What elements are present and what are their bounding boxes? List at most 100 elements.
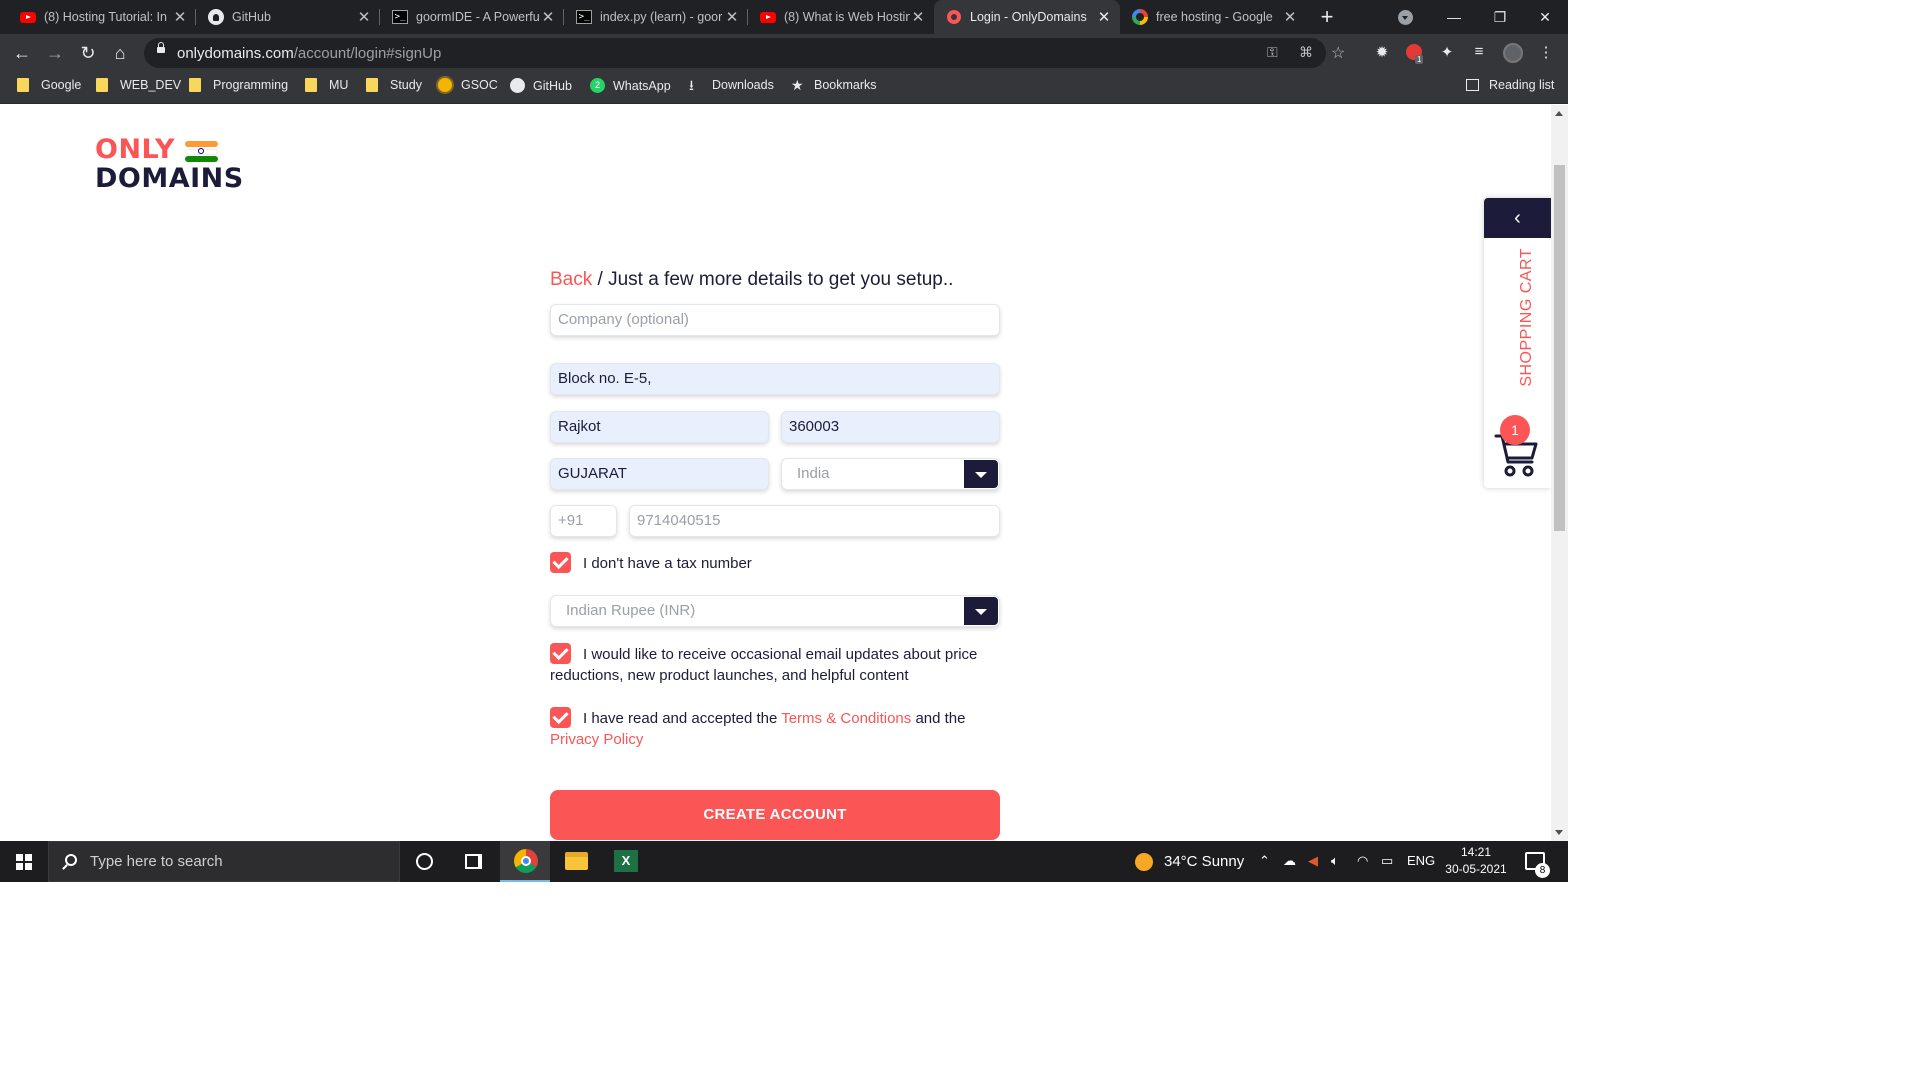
search-icon	[65, 854, 77, 866]
menu-kebab-icon[interactable]: ⋮	[1536, 43, 1556, 61]
tab-free-hosting[interactable]: free hosting - Google ✕	[1120, 0, 1306, 34]
postcode-input[interactable]: 360003	[781, 411, 1000, 443]
translate-icon[interactable]: ⌘	[1299, 44, 1313, 61]
chevron-down-icon[interactable]	[964, 460, 998, 488]
taskbar-chrome[interactable]	[500, 841, 550, 882]
forward-arrow-icon[interactable]: →	[39, 34, 71, 72]
taskbar-file-explorer[interactable]	[551, 841, 601, 882]
language-indicator[interactable]: ENG	[1407, 853, 1435, 868]
tab-title: GitHub	[232, 10, 271, 24]
windows-start-icon[interactable]	[16, 854, 32, 870]
extension-gear-icon[interactable]: ✹	[1372, 43, 1392, 61]
cortana-icon[interactable]	[416, 853, 433, 870]
address-bar[interactable]: onlydomains.com/account/login#signUp ⚿ ⌘…	[144, 38, 1345, 68]
tray-chevron-up-icon[interactable]: ⌃	[1259, 853, 1270, 869]
tab-search-icon[interactable]	[1398, 10, 1413, 25]
wifi-icon[interactable]: ◠	[1357, 853, 1368, 869]
task-view-icon[interactable]	[465, 854, 482, 869]
chevron-left-icon[interactable]: ‹	[1484, 198, 1551, 238]
scroll-thumb[interactable]	[1554, 165, 1565, 531]
terms-label: I have read and accepted the Terms & Con…	[550, 710, 966, 748]
phone-code-input[interactable]: +91	[550, 505, 617, 537]
tax-checkbox[interactable]	[550, 552, 571, 573]
restore-button[interactable]: ❐	[1477, 0, 1523, 34]
reading-list-button[interactable]: Reading list	[1466, 78, 1554, 92]
new-tab-button[interactable]: +	[1314, 4, 1340, 30]
taskbar-excel[interactable]: X	[601, 841, 651, 882]
clock-date: 30-05-2021	[1445, 862, 1507, 876]
close-tab-icon[interactable]: ✕	[1282, 8, 1298, 26]
state-input[interactable]: GUJARAT	[550, 458, 769, 490]
youtube-icon	[760, 9, 776, 25]
currency-value: Indian Rupee (INR)	[566, 602, 696, 619]
minimize-button[interactable]: —	[1431, 0, 1477, 34]
bookmark-bookmarks[interactable]: ★ Bookmarks	[791, 78, 877, 92]
bookmark-downloads[interactable]: ⭳ Downloads	[689, 78, 774, 92]
weather-sun-icon[interactable]	[1135, 853, 1153, 871]
tab-login-onlydomains[interactable]: Login - OnlyDomains ✕	[934, 0, 1120, 34]
bookmark-mu[interactable]: MU	[305, 78, 348, 92]
phone-input[interactable]: 9714040515	[629, 505, 1000, 537]
onedrive-cloud-icon[interactable]: ☁	[1283, 853, 1296, 869]
back-link[interactable]: Back	[550, 269, 592, 290]
puzzle-icon[interactable]: ✦	[1437, 43, 1457, 61]
tray-app-icon[interactable]: ◀	[1308, 853, 1318, 869]
home-icon[interactable]: ⌂	[104, 34, 136, 72]
tab-goormide[interactable]: >_ goormIDE - A Powerfu ✕	[380, 0, 564, 34]
back-arrow-icon[interactable]: ←	[6, 34, 38, 72]
github-icon	[208, 9, 224, 25]
clock[interactable]: 14:21 30-05-2021	[1440, 844, 1512, 878]
terms-link[interactable]: Terms & Conditions	[781, 710, 911, 727]
bookmark-study[interactable]: Study	[366, 78, 422, 92]
address-input[interactable]: Block no. E-5,	[550, 363, 1000, 395]
extension-badge: 1	[1415, 55, 1424, 64]
media-queue-icon[interactable]: ≡	[1469, 43, 1489, 60]
taskbar-search-box[interactable]: Type here to search	[48, 841, 400, 882]
notification-count-badge: 8	[1535, 863, 1550, 878]
bookmark-web-dev[interactable]: WEB_DEV	[96, 78, 181, 92]
bookmark-programming[interactable]: Programming	[189, 78, 288, 92]
star-icon[interactable]: ☆	[1331, 43, 1345, 63]
bookmark-gsoc[interactable]: GSOC	[438, 78, 498, 92]
bookmarks-bar: Google WEB_DEV Programming MU Study GSOC…	[0, 72, 1568, 104]
onlydomains-logo[interactable]: ONLY DOMAINS	[95, 136, 244, 192]
tab-title: Login - OnlyDomains	[970, 10, 1087, 24]
tab-web-hosting[interactable]: (8) What is Web Hostin ✕	[748, 0, 934, 34]
close-tab-icon[interactable]: ✕	[172, 8, 188, 26]
tab-github[interactable]: GitHub ✕	[196, 0, 380, 34]
close-window-button[interactable]: ✕	[1522, 0, 1568, 34]
download-icon: ⭳	[689, 77, 694, 93]
company-input[interactable]: Company (optional)	[550, 304, 1000, 336]
page-scrollbar[interactable]	[1551, 105, 1568, 841]
currency-select[interactable]: Indian Rupee (INR)	[550, 595, 1000, 627]
volume-icon[interactable]: 🔈︎	[1331, 853, 1339, 869]
city-input[interactable]: Rajkot	[550, 411, 769, 443]
india-flag-icon	[185, 141, 218, 162]
profile-avatar[interactable]	[1503, 43, 1523, 63]
bookmark-github[interactable]: GitHub	[510, 78, 572, 93]
shopping-cart-panel[interactable]: ‹ SHOPPING CART 1	[1484, 198, 1551, 488]
tab-index-py[interactable]: >_ index.py (learn) - goor ✕	[564, 0, 748, 34]
page-content: ONLY DOMAINS Back / Just a few more deta…	[0, 105, 1551, 841]
key-icon[interactable]: ⚿	[1267, 44, 1278, 61]
email-updates-label: I would like to receive occasional email…	[550, 646, 978, 684]
country-select[interactable]: India	[781, 458, 1000, 490]
close-tab-icon[interactable]: ✕	[1096, 8, 1112, 26]
url-text[interactable]: onlydomains.com/account/login#signUp	[177, 45, 441, 62]
close-tab-icon[interactable]: ✕	[724, 8, 740, 26]
bookmark-whatsapp[interactable]: 2 WhatsApp	[590, 78, 671, 93]
close-tab-icon[interactable]: ✕	[540, 8, 556, 26]
lock-icon[interactable]	[157, 42, 165, 53]
create-account-button[interactable]: CREATE ACCOUNT	[550, 790, 1000, 840]
privacy-policy-link[interactable]: Privacy Policy	[550, 731, 643, 748]
chevron-down-icon[interactable]	[964, 597, 998, 625]
battery-icon[interactable]: ▭	[1381, 853, 1393, 869]
close-tab-icon[interactable]: ✕	[356, 8, 372, 26]
scroll-down-arrow-icon[interactable]	[1555, 830, 1563, 835]
tab-hosting-tutorial[interactable]: (8) Hosting Tutorial: In ✕	[8, 0, 196, 34]
close-tab-icon[interactable]: ✕	[910, 8, 926, 26]
scroll-up-arrow-icon[interactable]	[1555, 111, 1563, 116]
weather-text[interactable]: 34°C Sunny	[1164, 853, 1244, 870]
reload-icon[interactable]: ↻	[72, 34, 104, 72]
bookmark-google[interactable]: Google	[17, 78, 81, 92]
